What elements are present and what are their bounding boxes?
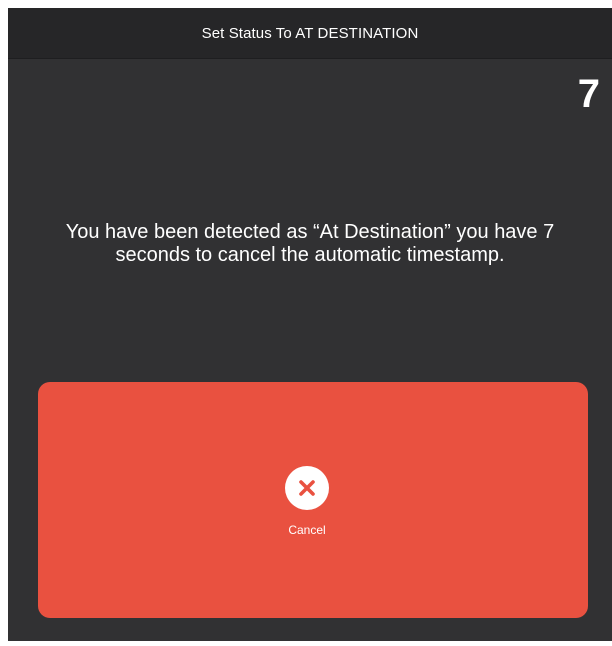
dialog-title: Set Status To AT DESTINATION: [201, 24, 419, 42]
close-icon-glyph: [299, 480, 315, 496]
cancel-label: Cancel: [288, 523, 326, 537]
close-icon[interactable]: [285, 466, 329, 510]
cancel-button[interactable]: Cancel: [38, 382, 588, 618]
status-dialog: Set Status To AT DESTINATION 7 You have …: [8, 8, 612, 641]
detection-message: You have been detected as “At Destinatio…: [65, 221, 555, 266]
countdown-timer: 7: [577, 72, 600, 116]
dialog-header: Set Status To AT DESTINATION: [8, 8, 612, 59]
